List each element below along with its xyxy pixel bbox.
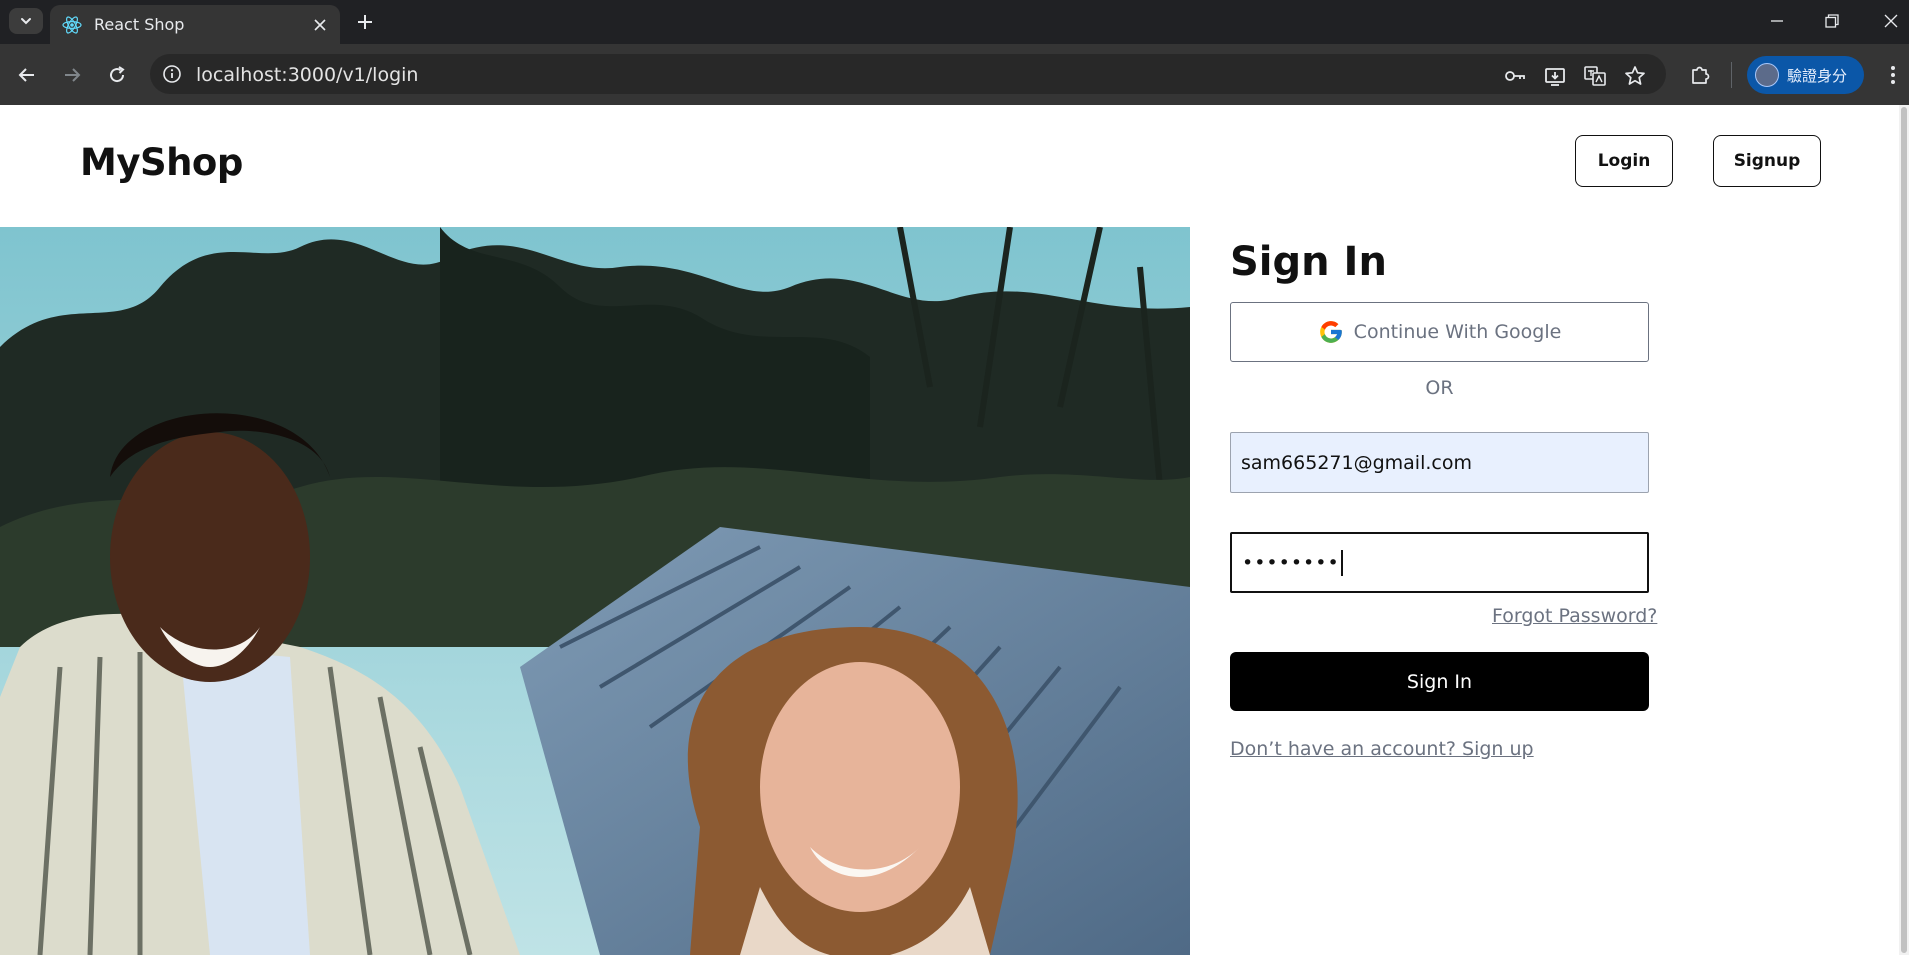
forward-button[interactable] — [58, 61, 86, 89]
back-button[interactable] — [13, 61, 41, 89]
chevron-down-icon — [21, 18, 31, 25]
google-signin-label: Continue With Google — [1353, 321, 1562, 343]
reload-button[interactable] — [103, 61, 131, 89]
kebab-menu-icon — [1891, 66, 1895, 84]
reload-icon — [110, 66, 125, 83]
translate-icon — [1584, 66, 1606, 86]
page-viewport: MyShop Login Signup Sign In Continue Wit… — [0, 105, 1899, 955]
hero-image — [0, 227, 1190, 955]
signup-link[interactable]: Don’t have an account? Sign up — [1230, 738, 1534, 760]
browser-toolbar: localhost:3000/v1/login 驗證身分 — [0, 44, 1909, 105]
browser-tabstrip: React Shop — [0, 0, 1909, 44]
tab-close-button[interactable] — [310, 15, 330, 35]
password-field[interactable]: •••••••• — [1230, 532, 1649, 593]
tab-search-button[interactable] — [9, 8, 43, 34]
extensions-button[interactable] — [1687, 62, 1713, 88]
minimize-icon — [1771, 20, 1783, 22]
email-value: sam665271@gmail.com — [1241, 451, 1472, 474]
puzzle-icon — [1692, 66, 1710, 84]
info-icon[interactable] — [162, 64, 182, 84]
tab-title: React Shop — [94, 15, 185, 34]
new-tab-button[interactable] — [352, 9, 378, 35]
close-icon — [314, 19, 326, 31]
close-icon — [1884, 14, 1898, 28]
brand-logo[interactable]: MyShop — [80, 141, 243, 184]
signin-submit-button[interactable]: Sign In — [1230, 652, 1649, 711]
or-divider: OR — [1425, 377, 1454, 399]
restore-icon — [1825, 14, 1839, 28]
react-logo-icon — [62, 15, 82, 34]
install-app-button[interactable] — [1543, 64, 1567, 88]
translate-button[interactable] — [1583, 64, 1607, 88]
arrow-left-icon — [18, 68, 34, 82]
minimize-window-button[interactable] — [1757, 6, 1797, 36]
email-field[interactable]: sam665271@gmail.com — [1230, 432, 1649, 493]
url-text: localhost:3000/v1/login — [196, 64, 419, 86]
star-icon — [1625, 66, 1645, 85]
password-value: •••••••• — [1242, 551, 1340, 574]
signin-title: Sign In — [1230, 239, 1387, 285]
forgot-password-link[interactable]: Forgot Password? — [1492, 605, 1657, 627]
scrollbar-thumb[interactable] — [1901, 107, 1907, 953]
address-bar[interactable]: localhost:3000/v1/login — [150, 54, 1666, 94]
profile-label: 驗證身分 — [1787, 66, 1848, 85]
text-caret — [1340, 549, 1343, 576]
browser-tab-active[interactable]: React Shop — [50, 5, 340, 44]
restore-window-button[interactable] — [1812, 6, 1852, 36]
close-window-button[interactable] — [1871, 6, 1909, 36]
profile-button[interactable]: 驗證身分 — [1747, 56, 1864, 94]
browser-menu-button[interactable] — [1880, 62, 1906, 88]
password-key-button[interactable] — [1503, 64, 1527, 88]
google-logo-icon — [1319, 321, 1342, 343]
google-signin-button[interactable]: Continue With Google — [1230, 302, 1649, 362]
toolbar-separator — [1731, 62, 1732, 88]
signup-button[interactable]: Signup — [1713, 135, 1821, 187]
login-button[interactable]: Login — [1575, 135, 1673, 187]
bookmark-star-button[interactable] — [1623, 64, 1647, 88]
arrow-right-icon — [65, 68, 81, 82]
plus-icon — [358, 15, 372, 29]
page-scrollbar[interactable] — [1899, 105, 1909, 955]
key-icon — [1505, 71, 1525, 81]
avatar — [1755, 63, 1779, 87]
hero-photo-illustration — [0, 227, 1190, 955]
install-icon — [1545, 68, 1565, 86]
